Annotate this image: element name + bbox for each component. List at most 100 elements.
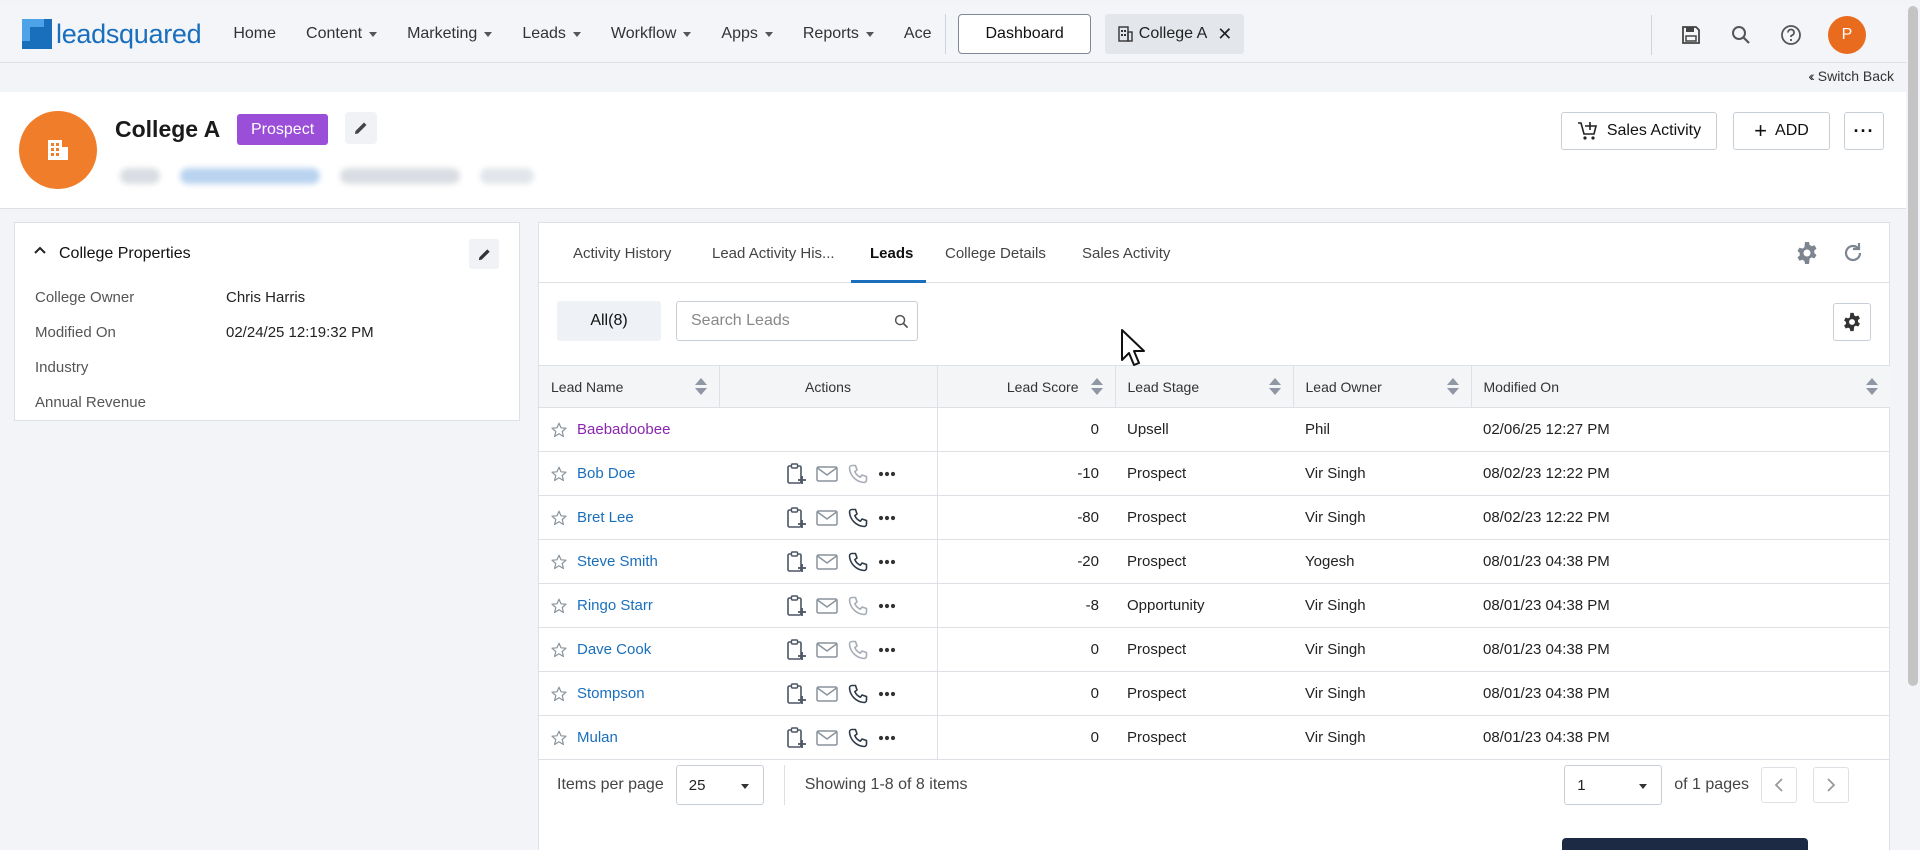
more-dots-icon[interactable] [878, 735, 896, 741]
leadsquared-logo[interactable]: leadsquared [22, 6, 202, 63]
items-per-page-select[interactable]: 25 [675, 765, 764, 805]
email-icon[interactable] [816, 729, 838, 746]
lead-name-link[interactable]: Baebadoobee [577, 421, 670, 438]
dashboard-button[interactable]: Dashboard [958, 14, 1091, 54]
lead-name-link[interactable]: Mulan [577, 729, 618, 746]
add-task-icon[interactable] [786, 682, 806, 705]
star-icon[interactable] [551, 422, 567, 438]
sales-activity-button[interactable]: Sales Activity [1561, 112, 1717, 150]
email-icon[interactable] [816, 509, 838, 526]
column-header-lead-stage[interactable]: Lead Stage [1114, 365, 1293, 408]
lead-name-link[interactable]: Stompson [577, 685, 645, 702]
lead-name-link[interactable]: Bob Doe [577, 465, 635, 482]
sort-icon[interactable] [1090, 378, 1103, 396]
page-scrollbar[interactable] [1908, 6, 1918, 686]
nav-item-marketing[interactable]: Marketing [407, 25, 493, 43]
close-tab-icon[interactable]: ✕ [1217, 24, 1232, 45]
phone-icon[interactable] [848, 596, 868, 616]
nav-item-ace[interactable]: Ace [904, 25, 932, 43]
refresh-icon[interactable] [1841, 241, 1865, 265]
column-header-lead-score[interactable]: Lead Score [936, 365, 1115, 408]
more-dots-icon[interactable] [878, 471, 896, 477]
column-header-lead-owner[interactable]: Lead Owner [1292, 365, 1471, 408]
sort-icon[interactable] [1268, 378, 1281, 396]
more-dots-icon[interactable] [878, 515, 896, 521]
lead-name-link[interactable]: Dave Cook [577, 641, 651, 658]
next-page-button[interactable] [1813, 767, 1849, 803]
table-row[interactable]: Stompson 0 Prospect Vir Singh 08/01/23 04:38… [539, 671, 1890, 716]
phone-icon[interactable] [848, 508, 868, 528]
tab-activity-history[interactable]: Activity History [573, 245, 671, 262]
nav-item-leads[interactable]: Leads [522, 25, 581, 43]
column-header-lead-name[interactable]: Lead Name [539, 365, 719, 408]
star-icon[interactable] [551, 510, 567, 526]
switch-back-link[interactable]: ‹‹ Switch Back [1808, 68, 1894, 84]
more-dots-icon[interactable] [878, 691, 896, 697]
nav-item-home[interactable]: Home [233, 25, 276, 43]
email-icon[interactable] [816, 465, 838, 482]
phone-icon[interactable] [848, 552, 868, 572]
settings-gear-icon[interactable] [1795, 241, 1819, 265]
all-leads-filter[interactable]: All(8) [557, 301, 661, 341]
add-task-icon[interactable] [786, 594, 806, 617]
email-icon[interactable] [816, 597, 838, 614]
user-avatar[interactable]: P [1828, 15, 1866, 54]
add-task-icon[interactable] [786, 726, 806, 749]
table-row[interactable]: Dave Cook 0 Prospect Vir Singh 08/01/23 04:3… [539, 627, 1890, 672]
lead-name-link[interactable]: Bret Lee [577, 509, 634, 526]
table-row[interactable]: Ringo Starr -8 Opportunity Vir Singh 08/01/2… [539, 583, 1890, 628]
bottom-action-button[interactable] [1562, 838, 1808, 850]
lead-name-link[interactable]: Steve Smith [577, 553, 658, 570]
table-row[interactable]: Steve Smith -20 Prospect Yogesh 08/01/23 04:… [539, 539, 1890, 584]
column-header-modified-on[interactable]: Modified On [1470, 365, 1890, 408]
edit-properties-button[interactable] [469, 239, 499, 269]
star-icon[interactable] [551, 598, 567, 614]
email-icon[interactable] [816, 685, 838, 702]
more-dots-icon[interactable] [878, 603, 896, 609]
add-task-icon[interactable] [786, 506, 806, 529]
add-task-icon[interactable] [786, 550, 806, 573]
tab-lead-activity-his[interactable]: Lead Activity His... [712, 245, 835, 262]
table-row[interactable]: Bob Doe -10 Prospect Vir Singh 08/02/23 12:2… [539, 451, 1890, 496]
add-task-icon[interactable] [786, 638, 806, 661]
add-button[interactable]: + ADD [1733, 112, 1830, 150]
add-task-icon[interactable] [786, 462, 806, 485]
nav-item-apps[interactable]: Apps [721, 25, 773, 43]
phone-icon[interactable] [848, 464, 868, 484]
previous-page-button[interactable] [1761, 767, 1797, 803]
more-dots-icon[interactable] [878, 559, 896, 565]
search-icon[interactable] [1728, 22, 1754, 48]
nav-item-reports[interactable]: Reports [803, 25, 874, 43]
more-options-button[interactable]: ··· [1844, 112, 1884, 150]
tab-sales-activity[interactable]: Sales Activity [1082, 245, 1170, 262]
sort-icon[interactable] [694, 378, 707, 396]
star-icon[interactable] [551, 686, 567, 702]
star-icon[interactable] [551, 730, 567, 746]
tab-leads[interactable]: Leads [870, 245, 913, 262]
help-icon[interactable] [1778, 22, 1804, 48]
email-icon[interactable] [816, 553, 838, 570]
star-icon[interactable] [551, 642, 567, 658]
tab-college-details[interactable]: College Details [945, 245, 1046, 262]
edit-header-button[interactable] [345, 112, 377, 144]
star-icon[interactable] [551, 466, 567, 482]
nav-item-workflow[interactable]: Workflow [611, 25, 692, 43]
more-dots-icon[interactable] [878, 647, 896, 653]
table-row[interactable]: Mulan 0 Prospect Vir Singh 08/01/23 04:38 PM [539, 715, 1890, 760]
search-icon[interactable] [894, 314, 909, 329]
sort-icon[interactable] [1446, 378, 1459, 396]
chevron-up-icon[interactable] [33, 243, 47, 257]
open-tab-college-a[interactable]: College A ✕ [1104, 14, 1245, 54]
grid-settings-button[interactable] [1833, 303, 1871, 341]
phone-icon[interactable] [848, 640, 868, 660]
phone-icon[interactable] [848, 728, 868, 748]
table-row[interactable]: Bret Lee -80 Prospect Vir Singh 08/02/23 12:… [539, 495, 1890, 540]
page-select[interactable]: 1 [1564, 765, 1663, 805]
nav-item-content[interactable]: Content [306, 25, 378, 43]
save-icon[interactable] [1678, 22, 1704, 48]
table-row[interactable]: Baebadoobee 0 Upsell Phil 02/06/25 12:27 PM [539, 407, 1890, 452]
email-icon[interactable] [816, 641, 838, 658]
sort-icon[interactable] [1866, 378, 1878, 396]
search-leads-input[interactable] [691, 312, 881, 330]
star-icon[interactable] [551, 554, 567, 570]
